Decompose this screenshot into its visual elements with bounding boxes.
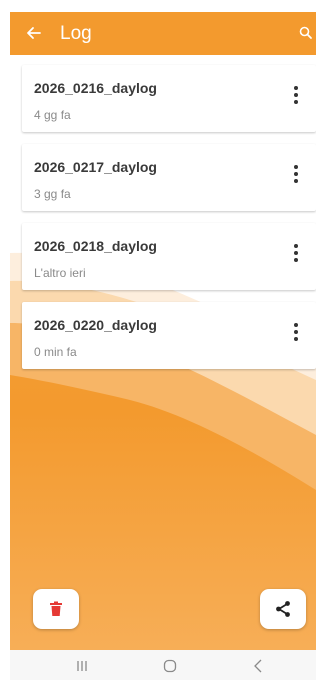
more-options-button[interactable]: [284, 241, 308, 265]
more-options-button[interactable]: [284, 320, 308, 344]
log-item[interactable]: 2026_0216_daylog 4 gg fa: [22, 65, 316, 132]
delete-button[interactable]: [33, 589, 79, 629]
screen: Log 2026_0216_daylog 4 gg fa 2026_0217_d…: [0, 0, 316, 680]
log-item[interactable]: 2026_0218_daylog L'altro ieri: [22, 223, 316, 290]
recents-button[interactable]: [70, 656, 94, 676]
arrow-back-icon[interactable]: [24, 23, 44, 43]
more-vert-icon: [294, 86, 298, 90]
log-item[interactable]: 2026_0217_daylog 3 gg fa: [22, 144, 316, 211]
log-list: 2026_0216_daylog 4 gg fa 2026_0217_daylo…: [22, 65, 316, 381]
share-icon: [276, 601, 290, 617]
more-options-button[interactable]: [284, 83, 308, 107]
system-back-button[interactable]: [246, 656, 270, 676]
log-time: 3 gg fa: [34, 187, 71, 201]
log-name: 2026_0220_daylog: [34, 317, 157, 333]
page-title: Log: [60, 23, 92, 44]
system-navigation-bar: [10, 650, 316, 680]
log-time: 4 gg fa: [34, 108, 71, 122]
log-name: 2026_0218_daylog: [34, 238, 157, 254]
search-icon[interactable]: [298, 25, 314, 41]
log-time: 0 min fa: [34, 345, 77, 359]
back-chevron-icon: [254, 659, 262, 673]
home-button[interactable]: [158, 656, 182, 676]
log-time: L'altro ieri: [34, 266, 86, 280]
more-vert-icon: [294, 244, 298, 248]
more-options-button[interactable]: [284, 162, 308, 186]
trash-icon: [50, 601, 62, 616]
more-vert-icon: [294, 165, 298, 169]
recents-icon: [77, 661, 87, 671]
app-bar: Log: [10, 12, 316, 55]
log-name: 2026_0216_daylog: [34, 80, 157, 96]
log-item[interactable]: 2026_0220_daylog 0 min fa: [22, 302, 316, 369]
share-button[interactable]: [260, 589, 306, 629]
more-vert-icon: [294, 323, 298, 327]
home-icon: [163, 659, 177, 673]
log-name: 2026_0217_daylog: [34, 159, 157, 175]
